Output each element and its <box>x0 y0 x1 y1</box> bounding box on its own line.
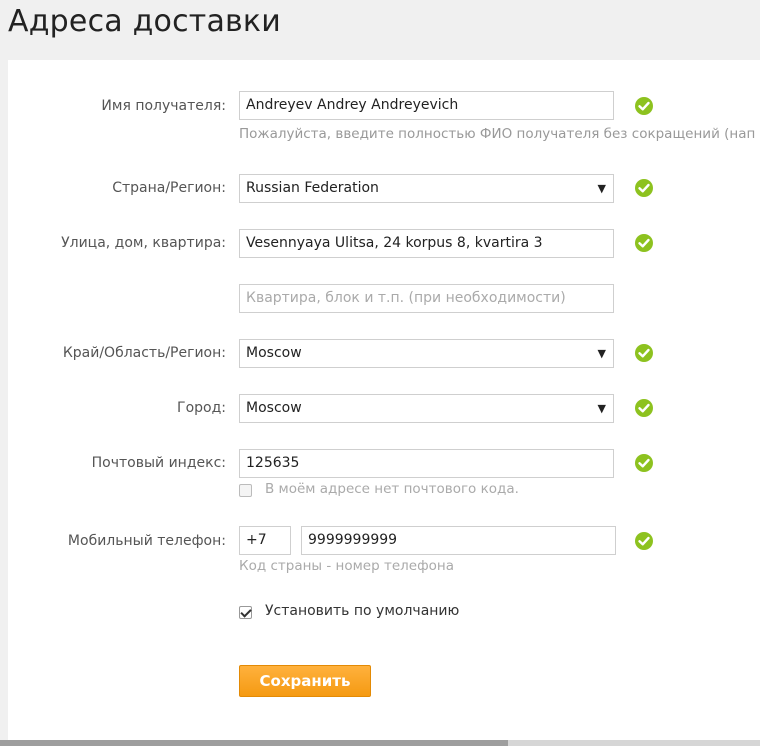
city-select[interactable]: Moscow ▼ <box>239 394 614 423</box>
postal-input[interactable]: 125635 <box>239 449 614 478</box>
check-circle-icon <box>635 454 653 472</box>
recipient-input[interactable]: Andreyev Andrey Andreyevich <box>239 91 614 120</box>
check-circle-icon <box>635 532 653 550</box>
recipient-hint: Пожалуйста, введите полностью ФИО получа… <box>239 126 756 142</box>
phone-label: Мобильный телефон: <box>67 533 226 549</box>
region-label: Край/Область/Регион: <box>62 345 226 361</box>
no-postal-code-label: В моём адресе нет почтового кода. <box>265 481 519 497</box>
page-title: Адреса доставки <box>8 4 281 39</box>
check-circle-icon <box>635 399 653 417</box>
set-default-checkbox[interactable] <box>239 606 252 619</box>
no-postal-code-checkbox[interactable] <box>239 484 252 497</box>
set-default-label: Установить по умолчанию <box>265 603 460 619</box>
check-circle-icon <box>635 97 653 115</box>
apartment-input[interactable]: Квартира, блок и т.п. (при необходимости… <box>239 284 614 313</box>
scrollbar-thumb[interactable] <box>0 740 508 746</box>
recipient-label: Имя получателя: <box>101 98 226 114</box>
postal-label: Почтовый индекс: <box>91 455 226 471</box>
save-button[interactable]: Сохранить <box>239 665 371 697</box>
country-select-value: Russian Federation <box>246 180 379 196</box>
street-input[interactable]: Vesennyaya Ulitsa, 24 korpus 8, kvartira… <box>239 229 614 258</box>
country-select[interactable]: Russian Federation ▼ <box>239 174 614 203</box>
triangle-down-icon: ▼ <box>597 402 606 415</box>
check-circle-icon <box>635 179 653 197</box>
country-label: Страна/Регион: <box>112 180 226 196</box>
city-label: Город: <box>177 400 226 416</box>
triangle-down-icon: ▼ <box>597 347 606 360</box>
street-label: Улица, дом, квартира: <box>61 235 226 251</box>
check-circle-icon <box>635 344 653 362</box>
city-select-value: Moscow <box>246 400 302 416</box>
region-select-value: Moscow <box>246 345 302 361</box>
phone-number-input[interactable]: 9999999999 <box>301 526 616 555</box>
check-circle-icon <box>635 234 653 252</box>
triangle-down-icon: ▼ <box>597 182 606 195</box>
horizontal-scrollbar[interactable] <box>0 740 760 746</box>
phone-country-code-input[interactable]: +7 <box>239 526 291 555</box>
region-select[interactable]: Moscow ▼ <box>239 339 614 368</box>
phone-hint: Код страны - номер телефона <box>239 558 454 574</box>
